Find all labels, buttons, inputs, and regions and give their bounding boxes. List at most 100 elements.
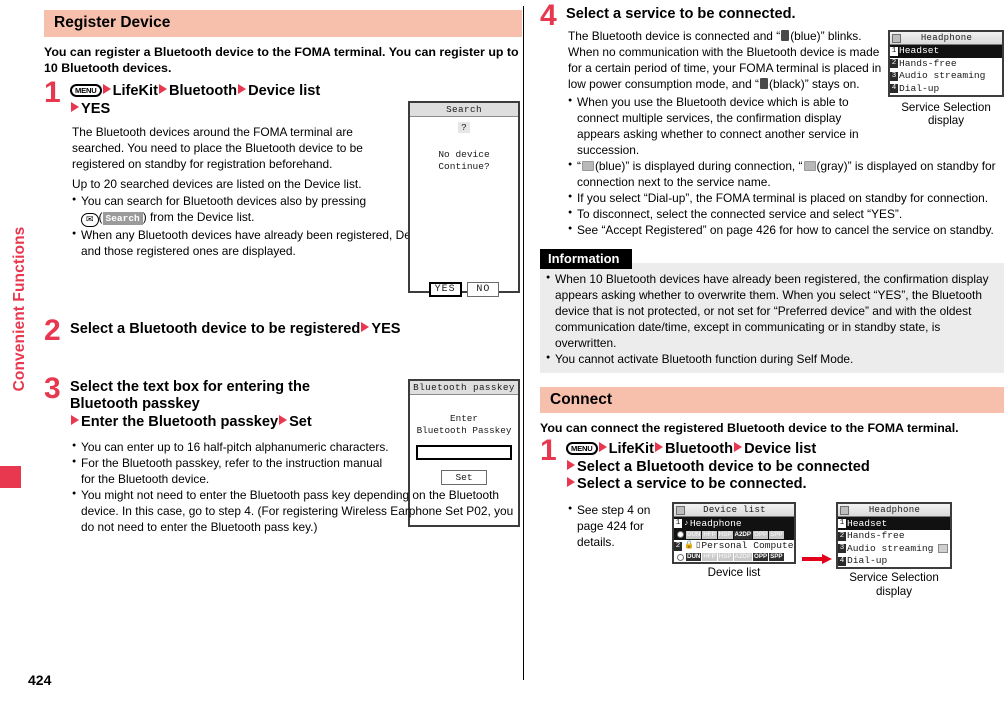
- item-number: 4: [838, 556, 846, 566]
- step-4-bullets-wide: “ (blue)” is displayed during connection,…: [568, 158, 1004, 238]
- page-number: 424: [28, 672, 52, 688]
- profile-opp: OPP: [753, 553, 769, 562]
- passkey-input[interactable]: [416, 444, 512, 460]
- screen-titlebar: Device list: [674, 504, 794, 518]
- list-item: If you select “Dial-up”, the FOMA termin…: [568, 190, 1004, 206]
- item-label: Headset: [847, 517, 888, 529]
- red-arrow-icon: [598, 441, 607, 452]
- item-label: Dial-up: [847, 555, 888, 566]
- service-standby-icon: [581, 160, 594, 171]
- list-item[interactable]: 3 Audio streaming: [890, 70, 1002, 83]
- item-label: Audio streaming: [899, 70, 986, 82]
- step-1: 1 MENU LifeKit Bluetooth Device list YES Th…: [44, 77, 522, 301]
- information-list: When 10 Bluetooth devices have already b…: [546, 271, 998, 367]
- yes-button[interactable]: YES: [428, 281, 462, 297]
- chapter-label: Convenient Functions: [11, 226, 28, 392]
- step-4-body: The Bluetooth device is connected and “ (…: [568, 29, 882, 93]
- folder-icon: [892, 33, 901, 43]
- step-3-bullets-wide: You might not need to enter the Bluetoot…: [72, 487, 522, 535]
- step-1-lifekit: LifeKit: [112, 82, 158, 99]
- unselected-radio-icon: [677, 553, 684, 561]
- bluetooth-status-icon: [781, 29, 790, 41]
- item-number: 4: [890, 84, 898, 94]
- register-device-intro: You can register a Bluetooth device to t…: [44, 44, 519, 76]
- list-item[interactable]: 2 Hands-free: [838, 530, 950, 543]
- list-item[interactable]: 3 Audio streaming: [838, 542, 950, 555]
- information-heading: Information: [540, 249, 632, 270]
- no-button[interactable]: NO: [467, 281, 500, 297]
- list-item: “ (blue)” is displayed during connection,…: [568, 158, 1004, 190]
- passkey-prompt: Enter Bluetooth Passkey: [410, 413, 518, 437]
- set-button[interactable]: Set: [441, 469, 487, 485]
- service-standby-icon: [938, 544, 948, 553]
- step-1-bullet1-post: ) from the Device list.: [142, 210, 255, 225]
- connect-select-device: Select a Bluetooth device to be connecte…: [577, 458, 870, 475]
- information-section: Information When 10 Bluetooth devices ha…: [540, 249, 1004, 373]
- connect-step-1: 1 MENU LifeKit Bluetooth Device list Select…: [540, 435, 1004, 598]
- step-4-bullets-narrow: When you use the Bluetooth device which …: [568, 94, 882, 158]
- item-label: Hands-free: [847, 530, 905, 541]
- step-3-bullets: You can enter up to 16 half-pitch alphan…: [72, 439, 398, 487]
- list-item[interactable]: 1 Headset: [838, 517, 950, 530]
- step-1-body2: Up to 20 searched devices are listed on …: [72, 177, 362, 192]
- screen-title: Device list: [703, 505, 766, 516]
- list-item[interactable]: 4 Dial-up: [890, 83, 1002, 96]
- red-arrow-icon: [158, 83, 167, 94]
- list-item[interactable]: 1 Headset: [890, 45, 1002, 58]
- list-item[interactable]: 2 Hands-free: [890, 58, 1002, 71]
- yes-no-buttons: YES NO: [410, 280, 518, 297]
- caption-line-1: Service Selection: [901, 101, 991, 114]
- red-arrow-icon: [567, 459, 575, 470]
- screen-search-dialog: Search ? No device Continue? YES NO: [408, 100, 520, 297]
- question-mark-icon: ?: [458, 121, 470, 133]
- step-3-number: 3: [44, 371, 61, 405]
- step-1-bullet1-pre: You can search for Bluetooth devices als…: [81, 194, 367, 209]
- device-profiles-row: DUN HFP HSP A2DP OPP SPP: [674, 529, 794, 540]
- list-item[interactable]: 1 ♪ Headphone: [674, 517, 794, 530]
- bullet-2-b: (blue)” is displayed during connection, …: [594, 158, 803, 173]
- step-3-enter-passkey: Enter the Bluetooth passkey: [81, 414, 279, 431]
- step-1-yes: YES: [81, 100, 111, 117]
- step-1-bluetooth: Bluetooth: [168, 82, 238, 99]
- screen-caption-device-list: Device list: [707, 566, 761, 580]
- screen-device-list: Device list 1 ♪ Headphone DUN HFP HSP A2…: [672, 502, 796, 565]
- red-arrow-icon: [361, 321, 370, 332]
- connect-lifekit: LifeKit: [608, 440, 654, 457]
- screen-title: Headphone: [920, 33, 973, 43]
- list-item: You cannot activate Bluetooth function d…: [546, 351, 998, 367]
- column-divider: [523, 6, 524, 680]
- step-1-body: The Bluetooth devices around the FOMA te…: [72, 125, 363, 172]
- list-item[interactable]: 4 Dial-up: [838, 555, 950, 568]
- prompt-line-2: Bluetooth Passkey: [416, 424, 512, 436]
- computer-icon: ▯: [695, 541, 701, 550]
- connect-step-1-number: 1: [540, 433, 557, 467]
- screen-caption-service-selection-bottom: Service Selection display: [836, 571, 952, 598]
- connect-device-list: Device list: [744, 440, 817, 457]
- search-softkey-icon: Search: [102, 212, 143, 226]
- caption-line-2: display: [927, 114, 965, 128]
- item-number: 1: [674, 519, 682, 528]
- selected-radio-icon: [677, 531, 684, 539]
- item-number: 3: [890, 71, 898, 81]
- list-item[interactable]: 2 🔒 ▯ Personal Computer: [674, 540, 794, 553]
- profile-hfp: HFP: [702, 553, 717, 562]
- red-arrow-icon: [238, 83, 247, 94]
- screen-service-selection-bottom: Headphone 1 Headset 2 Hands-free 3 Audio st…: [836, 502, 952, 570]
- red-arrow-icon: [734, 441, 743, 452]
- item-number: 2: [838, 531, 846, 541]
- device-profiles-row: DUN HFP HSP A2DP OPP SPP: [674, 552, 794, 562]
- profile-badges: DUN HFP HSP A2DP OPP SPP: [686, 530, 784, 539]
- list-item: When 10 Bluetooth devices have already b…: [546, 271, 998, 351]
- item-label: Audio streaming: [847, 542, 934, 554]
- section-title-register-device: Register Device: [44, 10, 522, 37]
- list-item: To disconnect, select the connected serv…: [568, 206, 1004, 222]
- profile-hsp: HSP: [717, 530, 733, 539]
- item-number: 2: [890, 59, 898, 69]
- red-arrow-icon: [71, 415, 79, 426]
- list-item: When you use the Bluetooth device which …: [568, 94, 882, 158]
- step-3: 3 Select the text box for entering the B…: [44, 373, 522, 536]
- screen-titlebar: Headphone: [838, 504, 950, 518]
- profile-hsp: HSP: [717, 553, 733, 562]
- step-4-body-c: (black)” stays on.: [769, 76, 860, 91]
- profile-spp: SPP: [769, 553, 784, 562]
